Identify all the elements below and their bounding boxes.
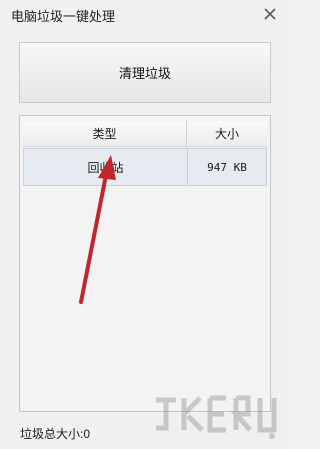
close-button[interactable] (262, 6, 278, 22)
clean-junk-button[interactable]: 清理垃圾 (19, 42, 271, 103)
cell-size-text: 947 KB (207, 160, 247, 174)
table-row[interactable]: 回收站 947 KB (23, 148, 267, 186)
watermark-logo (156, 395, 277, 439)
clean-junk-label: 清理垃圾 (118, 66, 171, 81)
cell-type-text: 回收站 (87, 160, 124, 175)
app-window: 电脑垃圾一键处理 清理垃圾 类型 大小 回收站 947 KB 垃圾总大小:0 (0, 0, 287, 449)
close-icon (264, 8, 276, 20)
cell-size: 947 KB (188, 149, 266, 185)
junk-list: 类型 大小 回收站 947 KB (19, 115, 271, 412)
title-bar: 电脑垃圾一键处理 (0, 0, 287, 30)
header-type[interactable]: 类型 (23, 121, 187, 146)
header-size-label: 大小 (214, 127, 239, 141)
total-size-status: 垃圾总大小:0 (20, 427, 91, 441)
list-header: 类型 大小 (23, 121, 267, 147)
window-title: 电脑垃圾一键处理 (11, 9, 116, 24)
header-size[interactable]: 大小 (187, 121, 267, 146)
header-type-label: 类型 (92, 127, 117, 141)
cell-type: 回收站 (24, 149, 188, 185)
